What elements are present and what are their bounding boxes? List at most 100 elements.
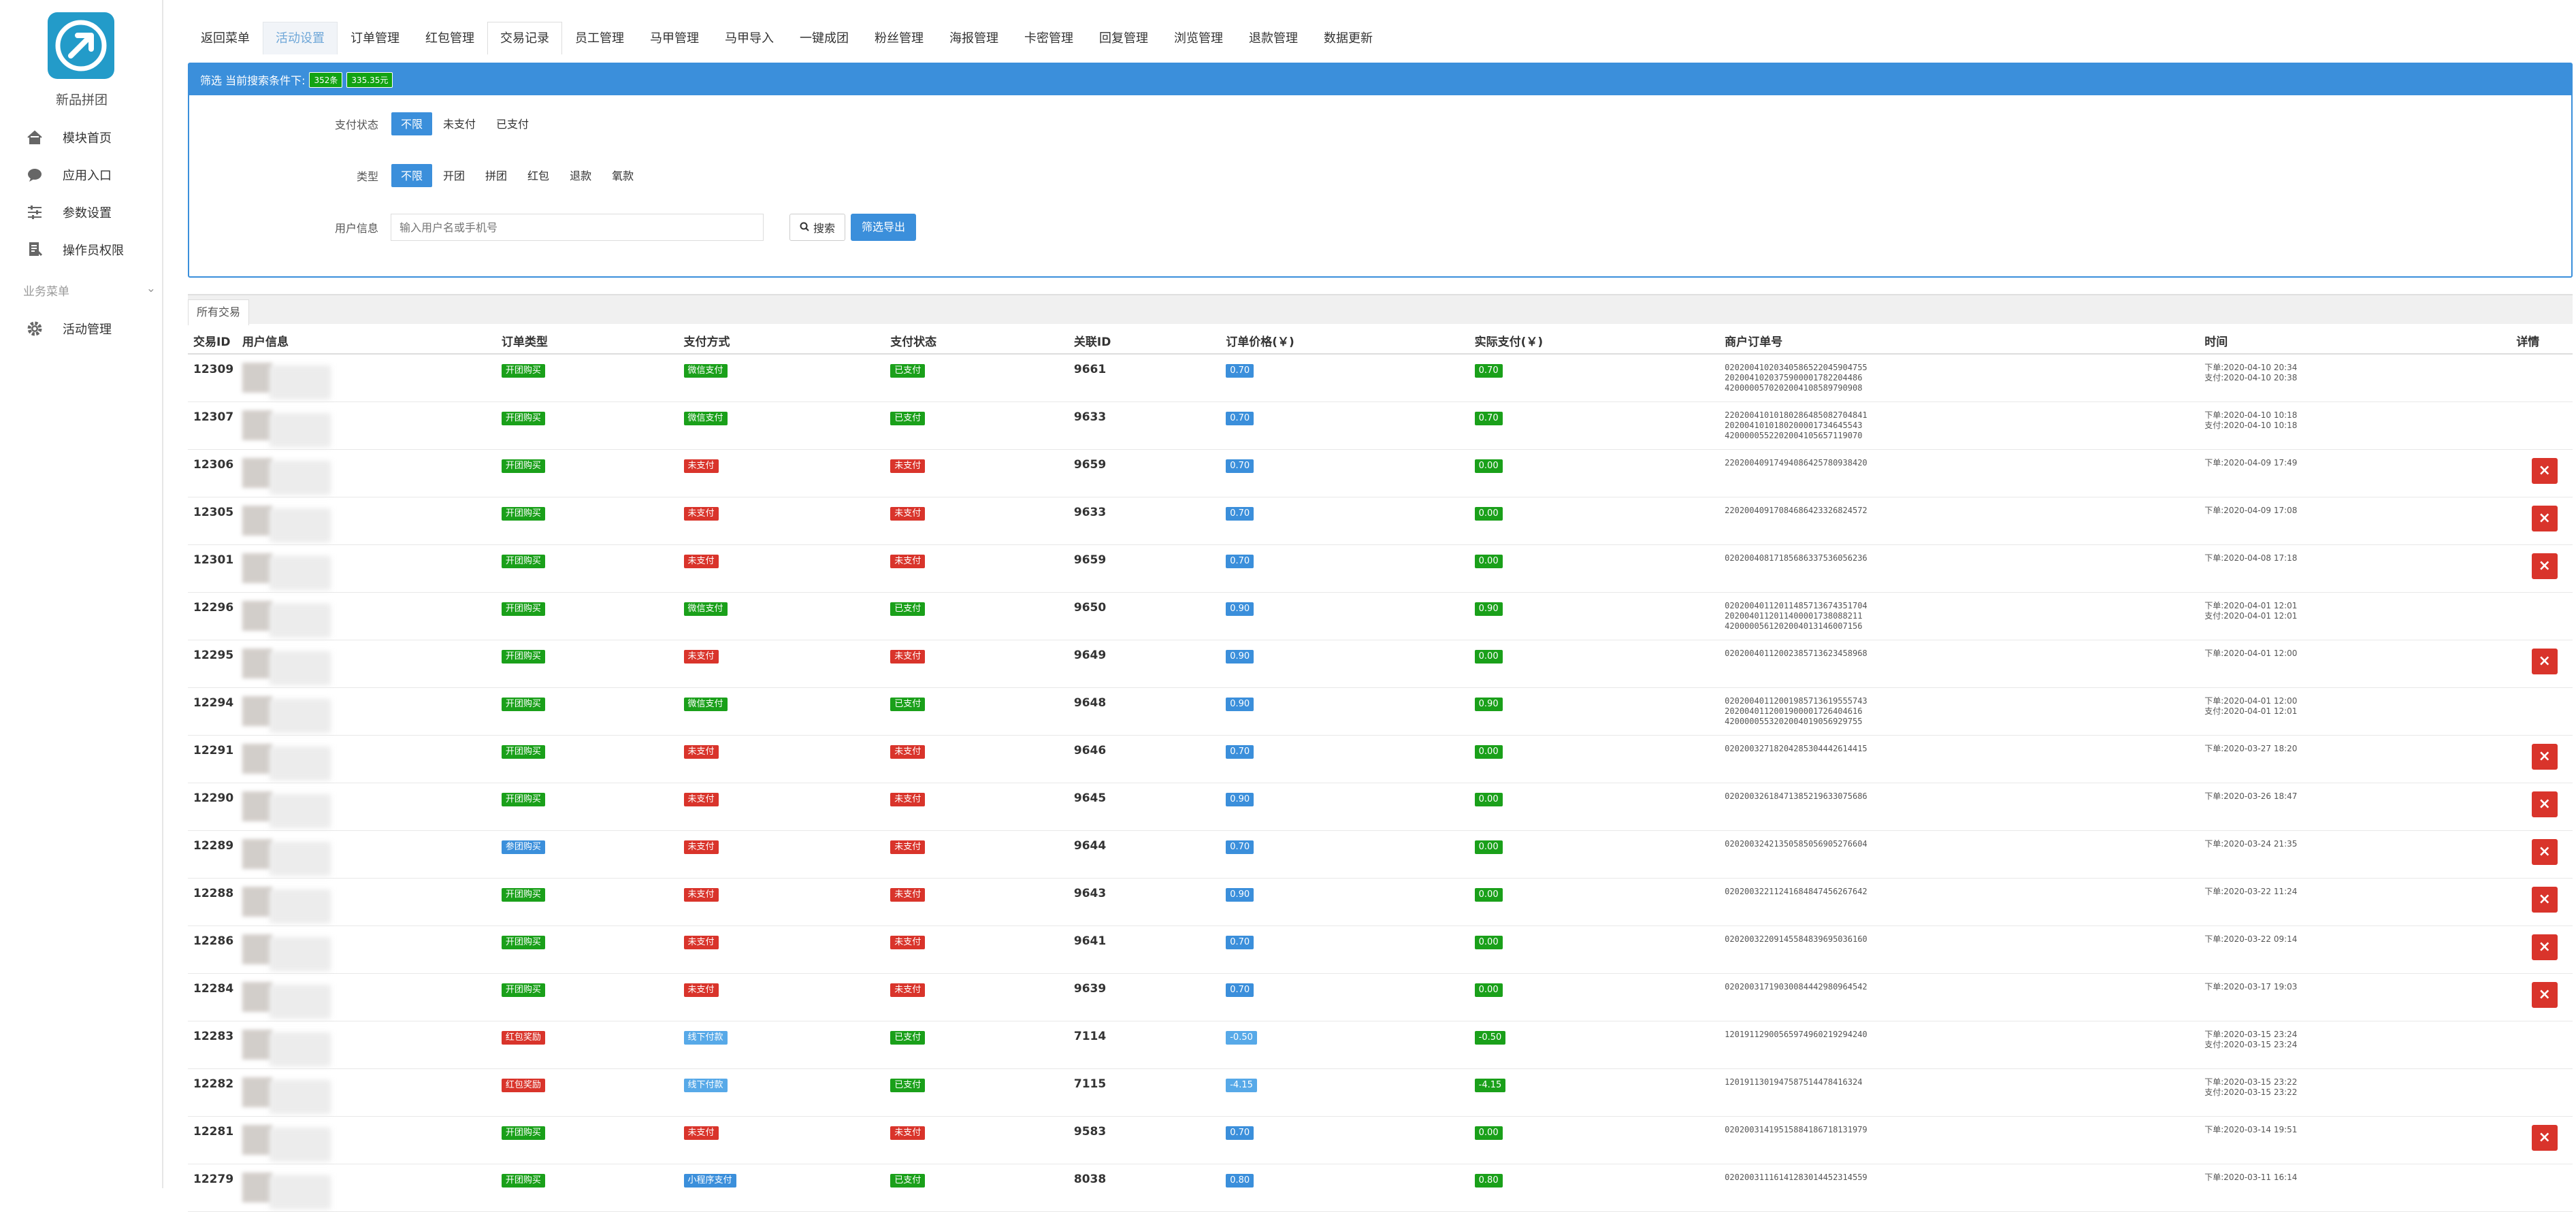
type-option[interactable]: 退款 (559, 163, 602, 188)
delete-button[interactable]: × (2531, 981, 2558, 1008)
pay-status-option[interactable]: 未支付 (433, 112, 487, 136)
order-price-badge: 0.90 (1226, 649, 1254, 664)
actual-paid-cell: 0.70 (1469, 402, 1720, 450)
type-option[interactable]: 氧款 (602, 163, 645, 188)
nav-tab[interactable]: 红包管理 (412, 22, 487, 54)
delete-button[interactable]: × (2531, 648, 2558, 674)
avatar (242, 695, 273, 726)
nav-tab[interactable]: 粉丝管理 (862, 22, 936, 54)
nav-tab[interactable]: 海报管理 (936, 22, 1011, 54)
related-id: 9649 (1068, 640, 1221, 688)
payment-status-badge: 未支付 (890, 935, 926, 949)
nav-tab[interactable]: 员工管理 (562, 22, 637, 54)
order-price-badge: 0.90 (1226, 792, 1254, 806)
delete-button[interactable]: × (2531, 838, 2558, 865)
column-header: 关联ID (1068, 328, 1221, 355)
payment-status-badge: 未支付 (890, 1126, 926, 1140)
delete-button[interactable]: × (2531, 457, 2558, 484)
table-row: 12290 开团购买 未支付 未支付 9645 0.90 0.00 0202003261847… (188, 783, 2573, 831)
type-option[interactable]: 不限 (391, 163, 434, 188)
payment-method-cell: 未支付 (678, 640, 885, 688)
close-icon: × (2538, 509, 2551, 527)
details-cell: × (2511, 640, 2573, 688)
nav-tab[interactable]: 马甲导入 (712, 22, 787, 54)
export-button[interactable]: 筛选导出 (851, 214, 917, 241)
timestamp: 支付:2020-04-01 12:01 (2204, 610, 2298, 621)
delete-button[interactable]: × (2531, 934, 2558, 960)
delete-button[interactable]: × (2531, 743, 2558, 770)
order-price-badge: 0.70 (1226, 840, 1254, 854)
actual-paid-cell: 0.00 (1469, 830, 1720, 879)
merchant-order-number: 22020040917084686423326824572 (1725, 505, 1868, 515)
order-type-badge: 开团购买 (501, 887, 545, 902)
nav-tab[interactable]: 一键成团 (787, 22, 862, 54)
order-price-cell: 0.70 (1220, 497, 1469, 545)
sidebar-item-home[interactable]: 模块首页 (0, 122, 163, 153)
type-option[interactable]: 拼团 (475, 163, 518, 188)
order-type-badge: 开团购买 (501, 602, 545, 616)
payment-status-cell: 已支付 (885, 354, 1069, 402)
column-header: 用户信息 (237, 328, 496, 355)
merchant-order-number: 02020031419515884186718131979 (1725, 1124, 1868, 1134)
user-search-input[interactable] (391, 214, 764, 241)
order-type-cell: 开团购买 (495, 449, 679, 497)
order-type-cell: 开团购买 (495, 592, 679, 640)
payment-method-cell: 线下付款 (678, 1021, 885, 1069)
delete-button[interactable]: × (2531, 886, 2558, 913)
sliders-icon (26, 203, 44, 221)
payment-method-cell: 未支付 (678, 544, 885, 593)
nav-tab[interactable]: 卡密管理 (1011, 22, 1086, 54)
delete-button[interactable]: × (2531, 553, 2558, 579)
type-option[interactable]: 红包 (517, 163, 560, 188)
transaction-id: 12282 (188, 1068, 238, 1117)
search-button[interactable]: 搜索 (789, 214, 846, 241)
delete-button[interactable]: × (2531, 1124, 2558, 1151)
app-logo (48, 12, 114, 79)
merchant-order-cell: 02020031419515884186718131979 (1719, 1116, 2200, 1164)
timestamp: 支付:2020-03-15 23:22 (2204, 1087, 2298, 1097)
payment-method-badge: 小程序支付 (683, 1173, 736, 1188)
merchant-order-number: 02020040112002385713623458968 (1725, 648, 1868, 658)
transaction-id: 12305 (188, 497, 238, 545)
filter-title: 筛选 当前搜索条件下: (200, 74, 306, 87)
nav-tab[interactable]: 数据更新 (1311, 22, 1386, 54)
nav-tab[interactable]: 交易记录 (487, 22, 562, 54)
type-option[interactable]: 开团 (433, 163, 476, 188)
nav-tab[interactable]: 回复管理 (1086, 22, 1161, 54)
user-info-cell (237, 497, 496, 545)
delete-button[interactable]: × (2531, 505, 2558, 531)
sidebar-item-activity[interactable]: 活动管理 (0, 313, 163, 344)
sidebar-item-label: 活动管理 (63, 323, 112, 337)
transaction-id: 12291 (188, 735, 238, 783)
sidebar-item-permissions[interactable]: 操作员权限 (0, 234, 163, 265)
actual-paid-badge: 0.00 (1474, 840, 1503, 854)
main-content: 返回菜单 活动设置 订单管理 红包管理 交易记录 员工管理 马甲管理 马甲导入 一键成团 粉丝管理… (163, 0, 2576, 1212)
transaction-id: 12284 (188, 973, 238, 1021)
order-type-cell: 开团购买 (495, 497, 679, 545)
nav-tab[interactable]: 活动设置 (263, 22, 338, 54)
nav-tab[interactable]: 返回菜单 (188, 22, 263, 54)
time-cell: 下单:2020-04-01 12:00 (2199, 640, 2511, 688)
close-icon: × (2538, 938, 2551, 955)
sidebar-group-header[interactable]: 业务菜单 ⌄ (23, 282, 156, 299)
payment-method-cell: 微信支付 (678, 592, 885, 640)
nav-tab[interactable]: 浏览管理 (1161, 22, 1236, 54)
nav-tab[interactable]: 退款管理 (1236, 22, 1311, 54)
sidebar-item-settings[interactable]: 参数设置 (0, 197, 163, 228)
user-info (242, 934, 496, 972)
tab-all-transactions[interactable]: 所有交易 (188, 299, 250, 325)
order-price-cell: 0.70 (1220, 1116, 1469, 1164)
nav-tab[interactable]: 订单管理 (338, 22, 412, 54)
actual-paid-badge: 0.00 (1474, 744, 1503, 759)
actual-paid-badge: 0.00 (1474, 649, 1503, 664)
close-icon: × (2538, 461, 2551, 479)
nav-tab[interactable]: 马甲管理 (637, 22, 712, 54)
pay-status-option[interactable]: 已支付 (486, 112, 540, 136)
merchant-order-cell: 12019113019475875144784​16324 (1719, 1068, 2200, 1117)
pay-status-option[interactable]: 不限 (391, 112, 434, 136)
sidebar-item-entry[interactable]: 应用入口 (0, 159, 163, 191)
delete-button[interactable]: × (2531, 791, 2558, 817)
timestamp: 下单:2020-03-22 11:24 (2204, 886, 2298, 896)
timestamp: 下单:2020-04-01 12:01 (2204, 600, 2298, 610)
table-row: 12309 开团购买 微信支付 已支付 9661 0.70 0.70 020200410203… (188, 354, 2573, 402)
